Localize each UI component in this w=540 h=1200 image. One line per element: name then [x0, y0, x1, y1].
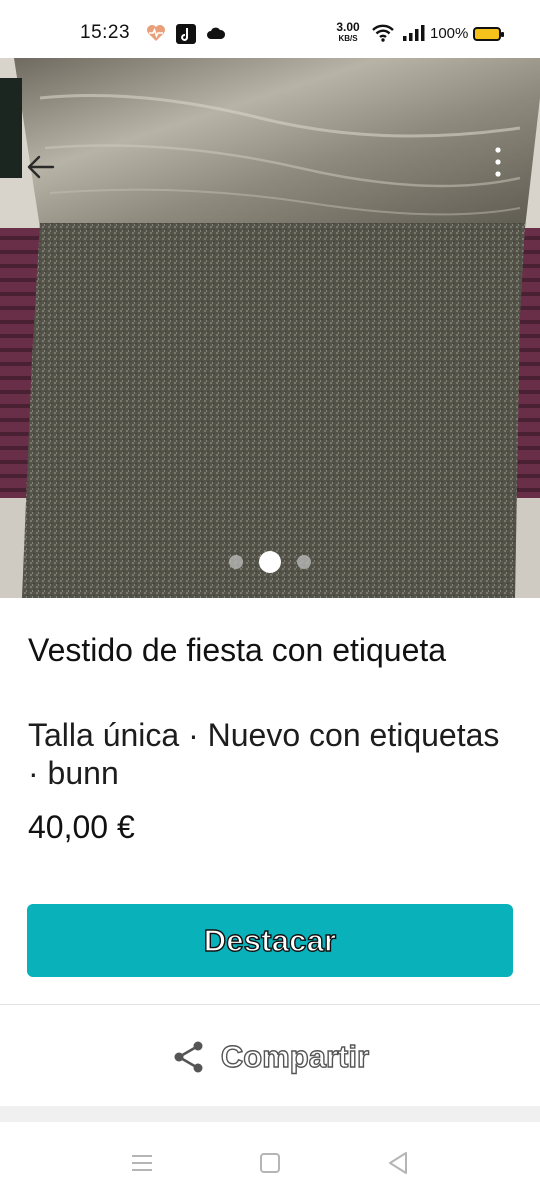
carousel-dot-active[interactable] [259, 551, 281, 573]
battery-icon [473, 27, 504, 41]
section-separator [0, 1106, 540, 1122]
highlight-button-label: Destacar [203, 922, 337, 958]
product-photo[interactable] [0, 58, 540, 598]
share-button-label: Compartir [220, 1038, 370, 1074]
network-speed: 3.00 KB/S [332, 20, 364, 44]
network-speed-unit: KB/S [338, 34, 358, 43]
back-icon[interactable] [385, 1150, 411, 1176]
network-speed-value: 3.00 [336, 20, 360, 34]
back-arrow-icon[interactable] [24, 150, 58, 184]
highlight-button[interactable]: Destacar [27, 904, 513, 977]
product-title: Vestido de fiesta con etiqueta [28, 632, 447, 668]
battery-percent: 100% [430, 25, 469, 42]
carousel-dot[interactable] [297, 555, 311, 569]
carousel-indicator[interactable] [0, 550, 540, 574]
home-icon[interactable] [257, 1150, 283, 1176]
cloud-icon [207, 27, 226, 39]
product-details: Talla única · Nuevo con etiquetas · bunn [28, 717, 500, 791]
status-time: 15:23 [80, 22, 131, 43]
music-app-icon [176, 24, 196, 44]
system-nav-bar [0, 1122, 540, 1200]
wifi-icon [372, 24, 394, 42]
more-vertical-icon[interactable] [486, 144, 510, 184]
divider [0, 1004, 540, 1005]
signal-icon [403, 25, 425, 41]
status-bar: 15:23 3.00 KB/S 100% [0, 0, 540, 60]
carousel-dot[interactable] [229, 555, 243, 569]
share-button[interactable]: Compartir [0, 1020, 540, 1094]
dress-image [0, 58, 540, 598]
product-price: 40,00 € [28, 809, 135, 845]
share-icon [174, 1041, 203, 1073]
menu-icon[interactable] [129, 1150, 155, 1176]
heart-monitor-icon [147, 25, 165, 41]
